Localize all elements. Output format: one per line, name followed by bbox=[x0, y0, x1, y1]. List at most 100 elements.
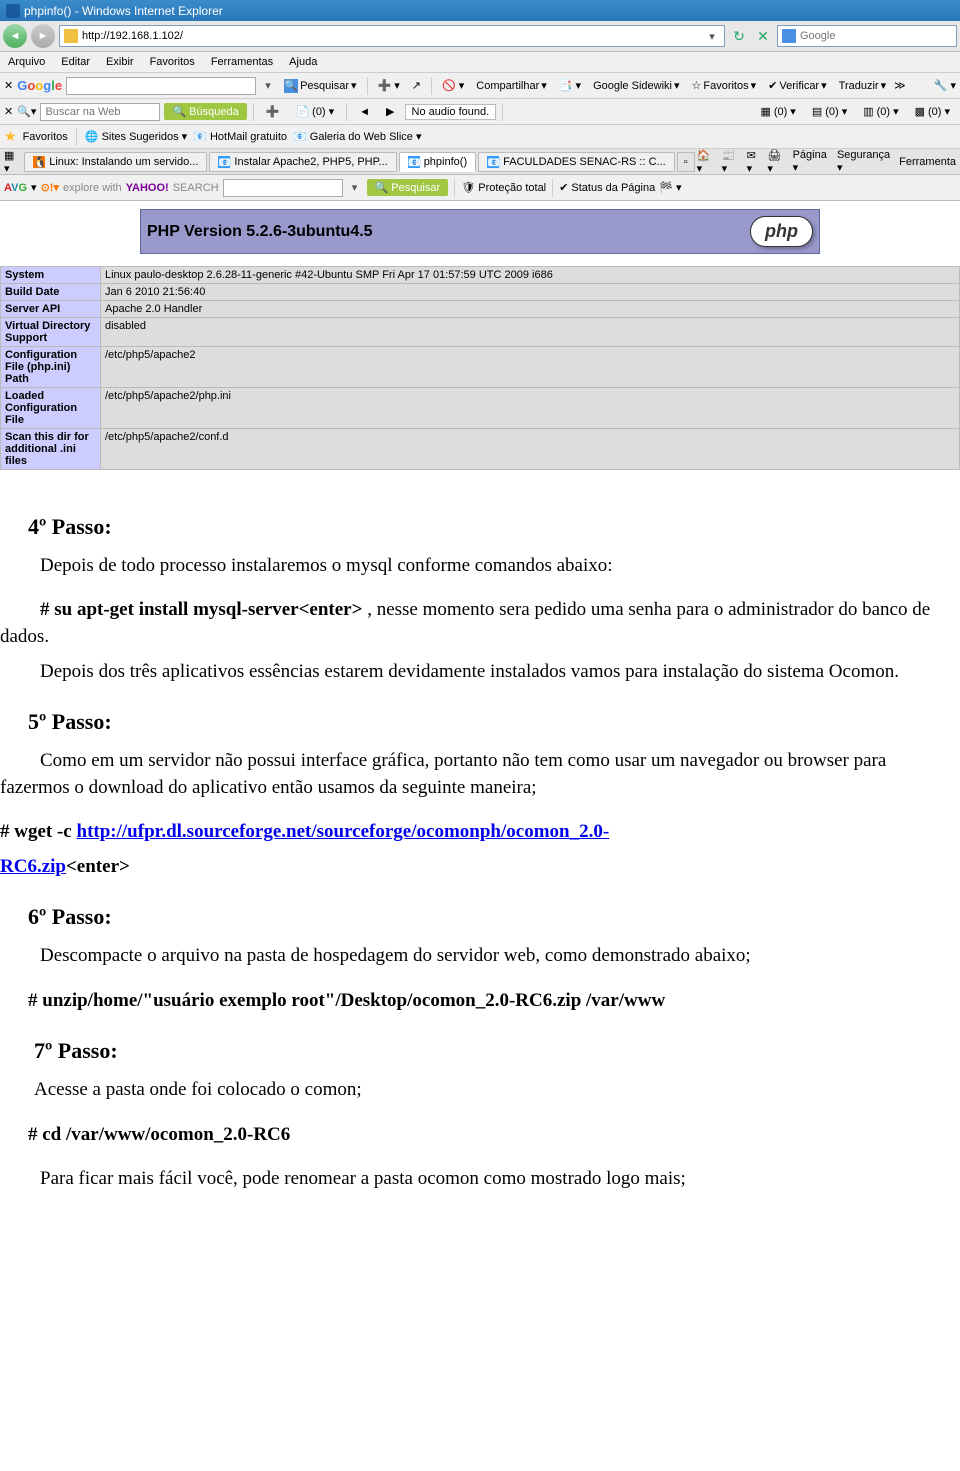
back-button[interactable]: ◄ bbox=[3, 24, 27, 48]
step4-text1: Depois de todo processo instalaremos o m… bbox=[0, 553, 960, 580]
favoritos-button[interactable]: ☆ Favoritos ▾ bbox=[687, 78, 760, 93]
google-plus-icon[interactable]: ➕ ▾ bbox=[374, 78, 404, 93]
menu-editar[interactable]: Editar bbox=[57, 54, 94, 70]
google-more[interactable]: ≫ bbox=[894, 79, 906, 92]
home-icon[interactable]: 🏠 ▾ bbox=[697, 149, 718, 175]
ws-mag-icon[interactable]: 🔍▾ bbox=[17, 105, 36, 118]
print-icon[interactable]: 🖨 ▾ bbox=[767, 149, 788, 175]
mail-icon[interactable]: ✉ ▾ bbox=[747, 149, 764, 175]
compartilhar-button[interactable]: Compartilhar ▾ bbox=[472, 78, 551, 93]
url-input[interactable] bbox=[82, 30, 704, 42]
google-logo: Google bbox=[17, 78, 62, 93]
table-row: Build DateJan 6 2010 21:56:40 bbox=[1, 284, 960, 301]
tabs-bar: ▦ ▾ 🐧Linux: Instalando um servido... 📧In… bbox=[0, 149, 960, 175]
google-share-icon[interactable]: ↗ bbox=[408, 78, 425, 93]
fav-star-icon[interactable]: ★ bbox=[4, 128, 17, 145]
step7-title: 7º Passo: bbox=[34, 1036, 960, 1067]
websearch-toolbar: ✕ 🔍▾ 🔍 Búsqueda ➕ 📄 (0) ▾ ◄ ▶ No audio f… bbox=[0, 99, 960, 125]
sidewiki-button[interactable]: Google Sidewiki ▾ bbox=[589, 78, 683, 93]
menu-favoritos[interactable]: Favoritos bbox=[146, 54, 199, 70]
google-search-input[interactable] bbox=[66, 77, 256, 95]
yahoo-logo: YAHOO! bbox=[126, 182, 169, 194]
ie-icon bbox=[6, 4, 20, 18]
tabs-grid-icon[interactable]: ▦ ▾ bbox=[4, 149, 22, 175]
avg-search-input[interactable] bbox=[223, 179, 343, 197]
google-toolbar: ✕ Google ▾ 🔍Pesquisar ▾ ➕ ▾ ↗ 🚫 ▾ Compar… bbox=[0, 73, 960, 99]
step5-link2[interactable]: RC6.zip bbox=[0, 856, 66, 877]
menu-ferramentas[interactable]: Ferramentas bbox=[207, 54, 277, 70]
busqueda-button[interactable]: 🔍 Búsqueda bbox=[164, 103, 246, 120]
pagina-menu[interactable]: Página ▾ bbox=[793, 149, 833, 174]
window-title-bar: phpinfo() - Windows Internet Explorer bbox=[0, 0, 960, 21]
avg-circle-icon[interactable]: ⊙!▾ bbox=[41, 181, 59, 194]
menu-arquivo[interactable]: Arquivo bbox=[4, 54, 49, 70]
address-row: ◄ ► ▾ ↻ ✕ bbox=[0, 21, 960, 52]
traduzir-button[interactable]: Traduzir ▾ bbox=[835, 78, 890, 93]
table-row: Scan this dir for additional .ini files/… bbox=[1, 429, 960, 470]
avg-flag-icon[interactable]: 🏁 ▾ bbox=[659, 181, 681, 194]
menu-ajuda[interactable]: Ajuda bbox=[285, 54, 321, 70]
avg-protecao[interactable]: 🛡 Proteção total bbox=[461, 181, 546, 194]
favorites-label[interactable]: Favoritos bbox=[23, 131, 68, 143]
step5-cmd-prefix: # wget -c bbox=[0, 821, 77, 842]
table-row: Loaded Configuration File/etc/php5/apach… bbox=[1, 388, 960, 429]
noaudio-label: No audio found. bbox=[405, 104, 497, 120]
table-row: Server APIApache 2.0 Handler bbox=[1, 301, 960, 318]
feeds-icon[interactable]: 📰 ▾ bbox=[722, 149, 743, 175]
tab-phpinfo[interactable]: 📧phpinfo() bbox=[399, 152, 476, 172]
pesquisar-button[interactable]: 🔍Pesquisar ▾ bbox=[280, 78, 360, 94]
avg-logo: AVG bbox=[4, 182, 27, 194]
forward-button[interactable]: ► bbox=[31, 24, 55, 48]
browser-search-input[interactable] bbox=[800, 30, 952, 42]
favorites-bar: ★ Favoritos 🌐 Sites Sugeridos ▾ 📧 HotMai… bbox=[0, 125, 960, 149]
avg-toolbar: AVG ▾ ⊙!▾ explore with YAHOO! SEARCH ▾ 🔍… bbox=[0, 175, 960, 201]
google-block-icon[interactable]: 🚫 ▾ bbox=[438, 78, 468, 93]
ws-next-icon[interactable]: ▶ bbox=[380, 103, 400, 120]
google-bookmark-icon[interactable]: 📑 ▾ bbox=[555, 78, 585, 93]
menu-bar: Arquivo Editar Exibir Favoritos Ferramen… bbox=[0, 52, 960, 73]
hotmail-link[interactable]: 📧 HotMail gratuito bbox=[193, 130, 287, 143]
document-content: 4º Passo: Depois de todo processo instal… bbox=[0, 470, 960, 1221]
ws-grid3[interactable]: ▥ (0) ▾ bbox=[857, 103, 904, 120]
stop-button[interactable]: ✕ bbox=[753, 26, 773, 46]
step5-text1: Como em um servidor não possui interface… bbox=[0, 748, 960, 801]
ws-count1[interactable]: 📄 (0) ▾ bbox=[289, 103, 340, 120]
window-title: phpinfo() - Windows Internet Explorer bbox=[24, 4, 223, 18]
sites-sugeridos[interactable]: 🌐 Sites Sugeridos ▾ bbox=[85, 130, 187, 143]
ws-prev-icon[interactable]: ◄ bbox=[353, 104, 376, 120]
google-x-icon[interactable]: ✕ bbox=[4, 79, 13, 92]
tab-linux[interactable]: 🐧Linux: Instalando um servido... bbox=[24, 152, 207, 172]
google-search-drop[interactable]: ▾ bbox=[260, 79, 276, 92]
google-wrench-icon[interactable]: 🔧 ▾ bbox=[934, 79, 956, 92]
menu-exibir[interactable]: Exibir bbox=[102, 54, 138, 70]
refresh-button[interactable]: ↻ bbox=[729, 26, 749, 46]
phpinfo-table: SystemLinux paulo-desktop 2.6.28-11-gene… bbox=[0, 266, 960, 470]
step5-cmd-suffix: <enter> bbox=[66, 856, 130, 877]
ferramenta-menu[interactable]: Ferramenta bbox=[899, 156, 956, 168]
new-tab-button[interactable]: ▫ bbox=[677, 152, 695, 172]
browser-search-box[interactable] bbox=[777, 25, 957, 47]
ws-grid2[interactable]: ▤ (0) ▾ bbox=[806, 103, 853, 120]
avg-pesquisar-button[interactable]: 🔍 Pesquisar bbox=[367, 179, 449, 196]
seguranca-menu[interactable]: Segurança ▾ bbox=[837, 149, 895, 174]
url-dropdown[interactable]: ▾ bbox=[704, 30, 720, 43]
websearch-input[interactable] bbox=[40, 103, 160, 121]
step6-title: 6º Passo: bbox=[28, 902, 960, 933]
step7-cmd: # cd /var/www/ocomon_2.0-RC6 bbox=[28, 1122, 960, 1149]
php-logo: php bbox=[750, 216, 813, 247]
tab-senac[interactable]: 📧FACULDADES SENAC-RS :: C... bbox=[478, 152, 675, 172]
ws-x-icon[interactable]: ✕ bbox=[4, 105, 13, 118]
phpinfo-header: PHP Version 5.2.6-3ubuntu4.5 php bbox=[140, 209, 820, 254]
tab-apache[interactable]: 📧Instalar Apache2, PHP5, PHP... bbox=[209, 152, 396, 172]
avg-status[interactable]: ✔ Status da Página bbox=[559, 181, 655, 194]
verificar-button[interactable]: ✔ Verificar ▾ bbox=[764, 78, 831, 93]
step4-cmd: # su apt-get install mysql-server<enter> bbox=[40, 599, 362, 620]
address-bar[interactable]: ▾ bbox=[59, 25, 725, 47]
ws-grid4[interactable]: ▩ (0) ▾ bbox=[909, 103, 956, 120]
galeria-link[interactable]: 📧 Galeria do Web Slice ▾ bbox=[293, 130, 421, 143]
step5-link1[interactable]: http://ufpr.dl.sourceforge.net/sourcefor… bbox=[77, 821, 610, 842]
ws-plus-icon[interactable]: ➕ bbox=[260, 103, 286, 120]
step5-title: 5º Passo: bbox=[28, 707, 960, 738]
avg-explore: explore with bbox=[63, 182, 122, 194]
ws-grid1[interactable]: ▦ (0) ▾ bbox=[754, 103, 801, 120]
